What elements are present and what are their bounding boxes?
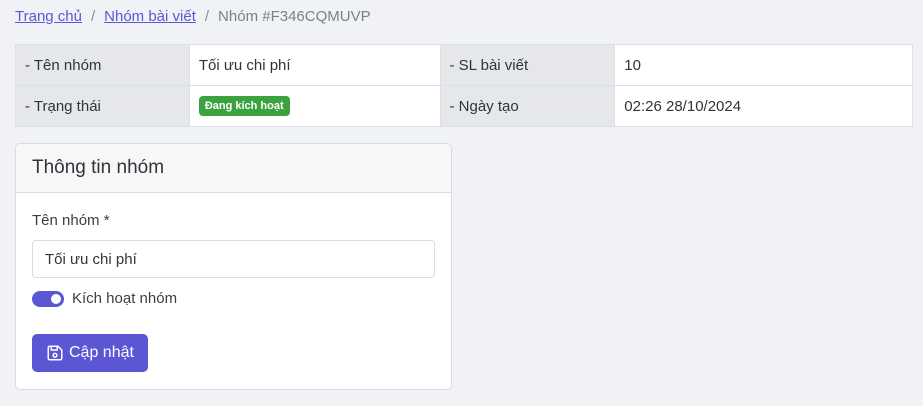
card-body: Tên nhóm * Kích hoạt nhóm Cập nhật: [16, 193, 451, 372]
group-info-card: Thông tin nhóm Tên nhóm * Kích hoạt nhóm: [15, 143, 452, 390]
status-badge: Đang kích hoạt: [198, 96, 290, 116]
info-row: - Tên nhóm Tối ưu chi phí - SL bài viết …: [15, 44, 913, 86]
post-count-label: - SL bài viết: [439, 44, 616, 86]
page: Trang chủ / Nhóm bài viết / Nhóm #F346CQ…: [0, 0, 923, 406]
breadcrumb: Trang chủ / Nhóm bài viết / Nhóm #F346CQ…: [15, 7, 371, 27]
post-count-value: 10: [614, 44, 913, 86]
group-info-table: - Tên nhóm Tối ưu chi phí - SL bài viết …: [15, 44, 913, 127]
group-name-field-label: Tên nhóm *: [32, 212, 110, 229]
group-name-label: - Tên nhóm: [15, 44, 190, 86]
info-row: - Trạng thái Đang kích hoạt - Ngày tạo 0…: [15, 85, 913, 127]
card-header: Thông tin nhóm: [16, 144, 451, 193]
card-title: Thông tin nhóm: [32, 157, 165, 178]
breadcrumb-groups-link[interactable]: Nhóm bài viết: [104, 7, 196, 27]
activate-group-label[interactable]: Kích hoạt nhóm: [72, 290, 177, 307]
breadcrumb-current: Nhóm #F346CQMUVP: [218, 8, 371, 25]
save-icon: [46, 344, 64, 362]
breadcrumb-separator: /: [204, 8, 210, 25]
created-date-value: 02:26 28/10/2024: [614, 85, 913, 127]
breadcrumb-separator: /: [90, 8, 96, 25]
group-name-input[interactable]: [32, 240, 435, 278]
created-date-label: - Ngày tạo: [439, 85, 616, 127]
status-label: - Trạng thái: [15, 85, 190, 127]
activate-group-switch[interactable]: [32, 290, 64, 307]
status-cell: Đang kích hoạt: [188, 85, 441, 127]
breadcrumb-home-link[interactable]: Trang chủ: [15, 7, 82, 27]
activate-toggle-row: Kích hoạt nhóm: [32, 290, 435, 307]
update-button[interactable]: Cập nhật: [32, 334, 148, 372]
switch-knob: [51, 293, 61, 304]
update-button-label: Cập nhật: [69, 344, 134, 361]
group-name-value: Tối ưu chi phí: [188, 44, 441, 86]
